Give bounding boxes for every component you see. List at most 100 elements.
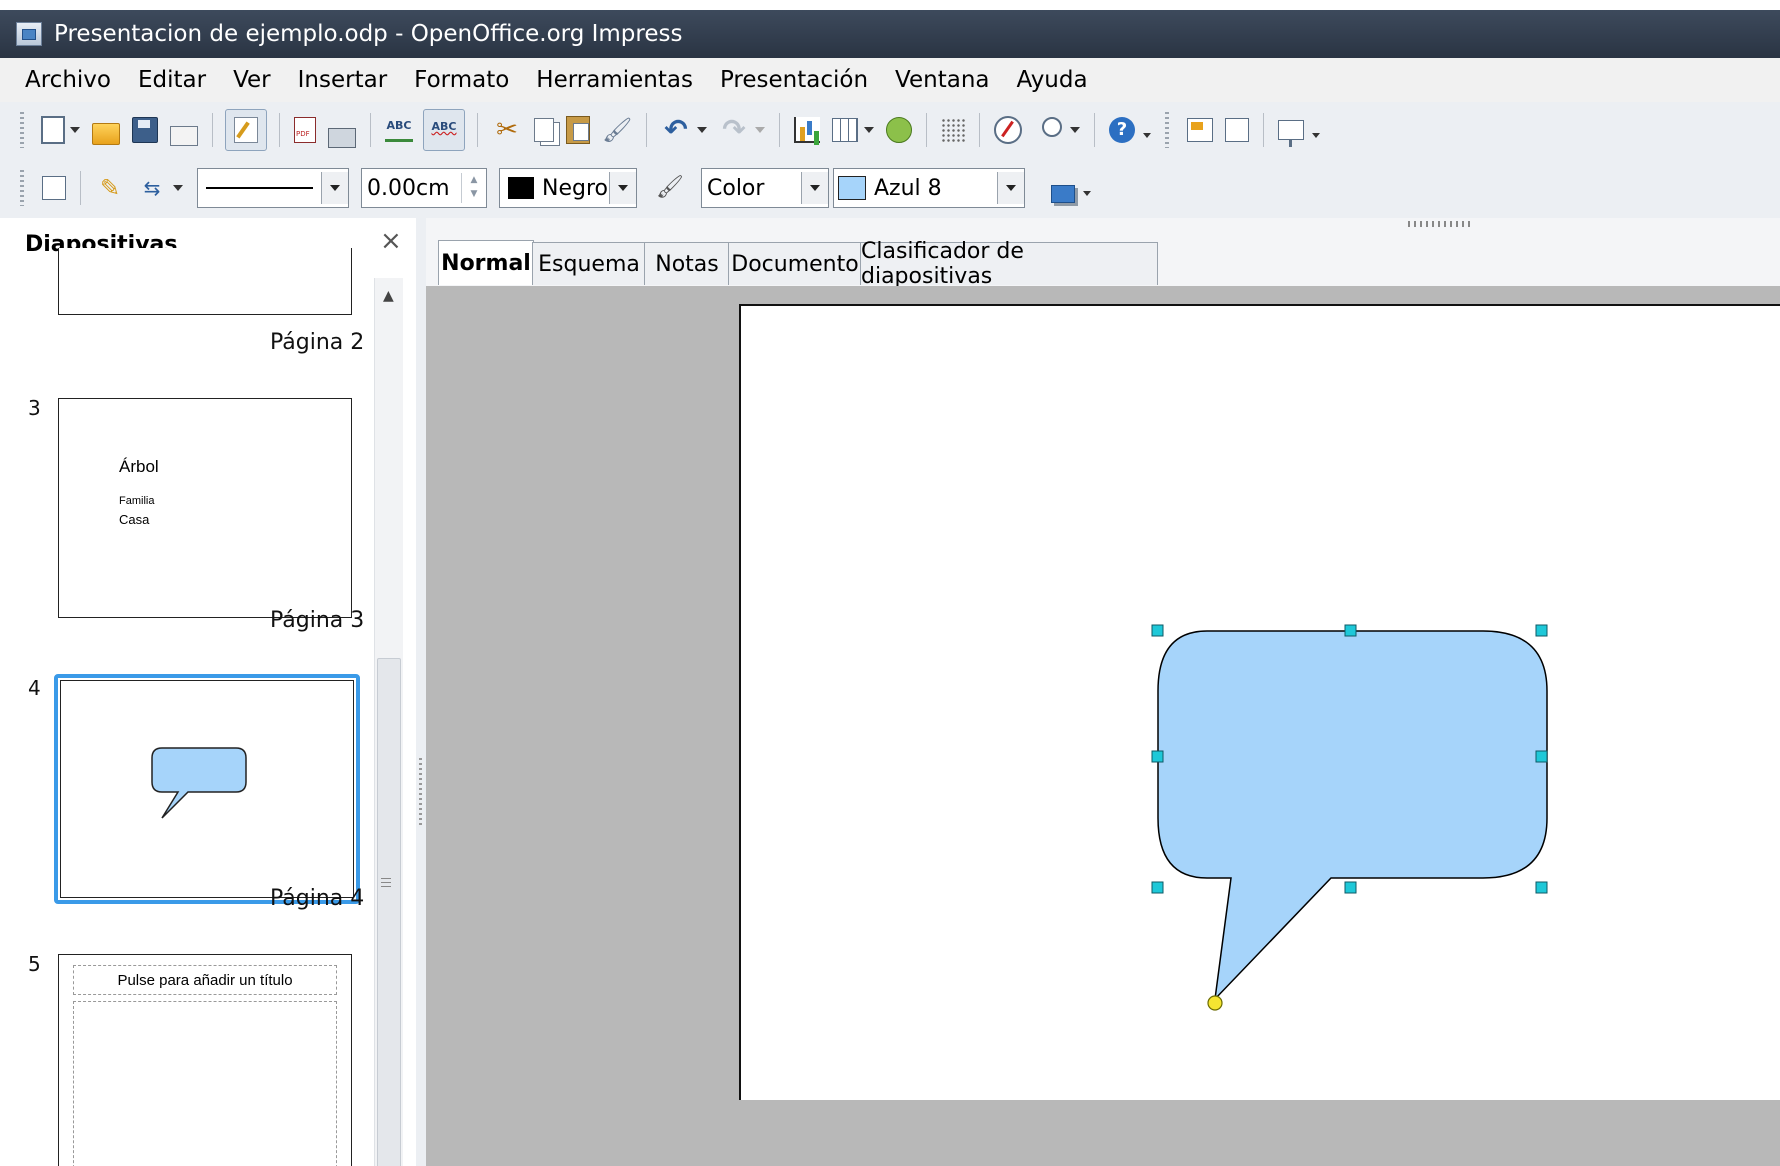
handle-middle-right[interactable] (1535, 750, 1548, 763)
menu-presentacion[interactable]: Presentación (720, 67, 868, 93)
line-width-spinner[interactable]: 0.00cm ▲ ▼ (361, 168, 487, 208)
area-color-select[interactable]: Azul 8 (833, 168, 1025, 208)
table-icon[interactable] (832, 118, 858, 142)
handle-top-left[interactable] (1151, 624, 1164, 637)
new-dropdown-arrow[interactable] (70, 127, 80, 133)
line-color-label: Negro (542, 175, 608, 201)
menu-herramientas[interactable]: Herramientas (536, 67, 693, 93)
toolbar-separator (1263, 113, 1264, 147)
toolbar-handle[interactable] (1408, 221, 1472, 227)
redo-icon[interactable]: ↷ (719, 115, 749, 145)
scroll-up-arrow-icon[interactable]: ▲ (383, 288, 394, 304)
slideshow-icon[interactable] (1278, 120, 1304, 147)
scrollbar-thumb[interactable] (377, 658, 401, 1166)
slide-thumbnail-2[interactable] (58, 248, 352, 315)
line-color-select[interactable]: Negro (499, 168, 637, 208)
save-icon[interactable] (132, 117, 158, 143)
menu-ayuda[interactable]: Ayuda (1017, 67, 1088, 93)
area-style-dropdown-button[interactable] (801, 172, 828, 204)
area-style-select[interactable]: Color (701, 168, 829, 208)
autospellcheck-button[interactable]: ABC (423, 109, 465, 151)
callout-anchor-handle[interactable] (1207, 995, 1223, 1011)
zoom-button[interactable] (1034, 115, 1064, 145)
navigator-icon[interactable] (994, 116, 1022, 144)
slide-icon[interactable] (1187, 118, 1213, 142)
tab-normal[interactable]: Normal (438, 240, 534, 285)
handle-top-center[interactable] (1344, 624, 1357, 637)
undo-icon[interactable]: ↶ (661, 115, 691, 145)
line-width-value[interactable]: 0.00cm (362, 176, 461, 201)
toolbar-more-icon[interactable] (1083, 180, 1091, 196)
copy-icon[interactable] (534, 118, 554, 142)
window-title: Presentacion de ejemplo.odp - OpenOffice… (54, 21, 683, 47)
tab-clasificador[interactable]: Clasificador de diapositivas (860, 239, 1158, 289)
toolbar-more-icon[interactable] (1143, 122, 1151, 138)
export-pdf-icon[interactable] (294, 117, 316, 143)
undo-dropdown-arrow[interactable] (697, 127, 707, 133)
close-icon[interactable]: × (380, 226, 402, 256)
arrow-style-dropdown-arrow[interactable] (173, 185, 183, 191)
toolbar-more-icon[interactable] (1312, 122, 1320, 138)
line-color-dropdown-button[interactable] (609, 172, 636, 204)
handle-bottom-center[interactable] (1344, 881, 1357, 894)
points-icon[interactable] (42, 176, 66, 200)
menu-formato[interactable]: Formato (414, 67, 509, 93)
menu-archivo[interactable]: Archivo (25, 67, 111, 93)
handle-bottom-left[interactable] (1151, 881, 1164, 894)
slide-thumbnail-5[interactable]: Pulse para añadir un título (58, 954, 352, 1166)
area-color-swatch (838, 176, 866, 200)
slides-scrollbar[interactable]: ▲ (374, 278, 403, 1166)
tab-notas[interactable]: Notas (644, 242, 730, 285)
menu-insertar[interactable]: Insertar (298, 67, 388, 93)
grid-icon[interactable] (941, 118, 965, 142)
format-paintbrush-icon[interactable]: 🖌 (602, 115, 632, 145)
line-style-select[interactable] (197, 168, 349, 208)
slide-thumbnail-4-selected[interactable] (54, 674, 360, 904)
handle-middle-left[interactable] (1151, 750, 1164, 763)
open-folder-icon[interactable] (92, 123, 120, 145)
toolbar-separator (212, 113, 213, 147)
slide-4-callout-preview (151, 747, 247, 819)
toolbar-grip[interactable] (1165, 112, 1169, 148)
tab-documento[interactable]: Documento (728, 242, 862, 285)
edit-area: Normal Esquema Notas Documento Clasifica… (426, 218, 1780, 1166)
email-icon[interactable] (170, 126, 198, 146)
handle-bottom-right[interactable] (1535, 881, 1548, 894)
app-icon (16, 22, 42, 46)
slide-canvas[interactable] (739, 304, 1780, 1100)
arrow-style-icon[interactable]: ⇆ (137, 173, 167, 203)
paste-icon[interactable] (566, 116, 590, 144)
tab-esquema[interactable]: Esquema (532, 242, 646, 285)
new-icon[interactable] (41, 116, 65, 144)
autospellcheck-icon: ABC (431, 120, 457, 133)
shadow-icon[interactable] (1051, 185, 1075, 203)
spin-arrows-icon[interactable]: ▲ ▼ (461, 173, 486, 203)
toolbar-separator (779, 113, 780, 147)
area-color-dropdown-button[interactable] (997, 172, 1024, 204)
slide-number-5: 5 (28, 952, 41, 976)
redo-dropdown-arrow[interactable] (755, 127, 765, 133)
standard-toolbar: ABC ABC ✂ 🖌 ↶ ↷ ? (0, 102, 1780, 159)
chart-icon[interactable] (794, 117, 820, 143)
fontwork-icon[interactable] (886, 117, 912, 143)
menu-ventana[interactable]: Ventana (895, 67, 989, 93)
spellcheck-icon[interactable]: ABC (385, 119, 413, 142)
zoom-dropdown-arrow[interactable] (1070, 127, 1080, 133)
help-icon[interactable]: ? (1109, 117, 1135, 143)
print-icon[interactable] (328, 128, 356, 148)
line-icon[interactable]: ✎ (95, 173, 125, 203)
menu-ver[interactable]: Ver (233, 67, 271, 93)
handle-top-right[interactable] (1535, 624, 1548, 637)
area-fill-icon[interactable]: 🖌 (655, 173, 685, 203)
toolbar-grip[interactable] (20, 170, 24, 206)
line-style-dropdown-button[interactable] (321, 172, 348, 204)
cut-icon[interactable]: ✂ (492, 115, 522, 145)
slide-design-icon[interactable] (1225, 118, 1249, 142)
toolbar-grip[interactable] (20, 112, 24, 148)
speech-bubble-callout[interactable] (1157, 630, 1548, 1002)
slide-thumbnail-3[interactable]: Árbol Familia Casa (58, 398, 352, 618)
table-dropdown-arrow[interactable] (864, 127, 874, 133)
menu-editar[interactable]: Editar (138, 67, 206, 93)
edit-file-button[interactable] (225, 109, 267, 151)
slide-3-line-2: Casa (119, 512, 150, 527)
